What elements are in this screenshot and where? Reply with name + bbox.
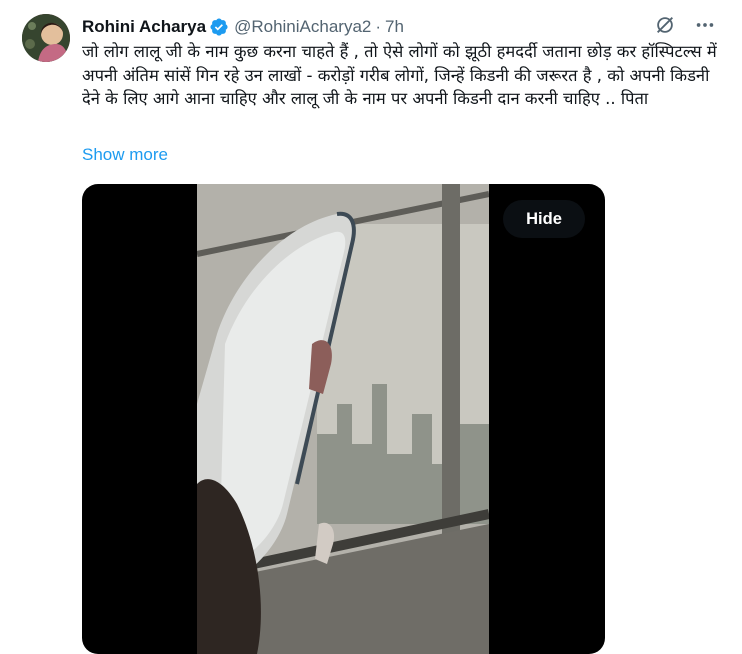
header-actions [654, 14, 716, 36]
tweet-text: जो लोग लालू जी के नाम कुछ करना चाहते हैं… [82, 42, 717, 108]
show-more-link[interactable]: Show more [82, 145, 168, 165]
hide-button[interactable]: Hide [503, 200, 585, 238]
grok-icon[interactable] [654, 14, 676, 36]
avatar[interactable] [22, 14, 70, 62]
avatar-image [22, 14, 70, 62]
author-name[interactable]: Rohini Acharya [82, 17, 206, 37]
video-frame [197, 184, 489, 654]
timestamp[interactable]: 7h [385, 17, 404, 37]
video-player[interactable]: Hide [82, 184, 605, 654]
tweet-header: Rohini Acharya @RohiniAcharya2 · 7h [82, 14, 722, 40]
separator-dot: · [375, 17, 382, 36]
verified-badge-icon [210, 18, 228, 36]
author-handle[interactable]: @RohiniAcharya2 [234, 17, 371, 37]
more-icon[interactable] [694, 14, 716, 36]
video-still-image [197, 184, 489, 654]
